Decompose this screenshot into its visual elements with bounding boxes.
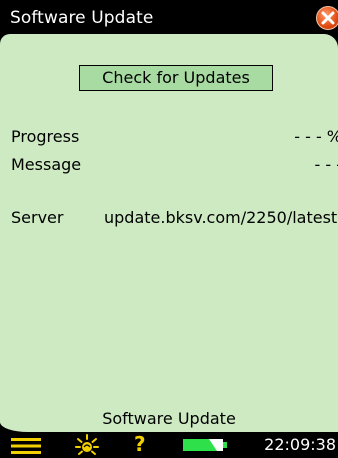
screen: Software Update Check for Updates Progre… (0, 0, 338, 458)
content-panel: Check for Updates Progress - - - % Messa… (0, 34, 338, 432)
status-bar: ? 22:09:38 (0, 432, 338, 458)
clock: 22:09:38 (264, 435, 336, 454)
title-bar: Software Update (0, 0, 338, 34)
close-icon (321, 11, 335, 25)
server-label: Server (11, 208, 64, 227)
backlight-icon[interactable] (75, 434, 99, 456)
help-icon[interactable]: ? (134, 432, 146, 456)
close-button[interactable] (316, 6, 338, 30)
progress-value: - - - % (294, 127, 338, 146)
battery-icon (183, 439, 227, 451)
check-for-updates-button[interactable]: Check for Updates (79, 65, 273, 91)
menu-icon[interactable] (11, 437, 41, 455)
window-title: Software Update (10, 8, 154, 28)
message-label: Message (11, 155, 82, 174)
message-value: - - - (314, 155, 338, 174)
footer-title: Software Update (102, 409, 236, 428)
server-value[interactable]: update.bksv.com/2250/latest (104, 208, 337, 227)
progress-label: Progress (11, 127, 80, 146)
